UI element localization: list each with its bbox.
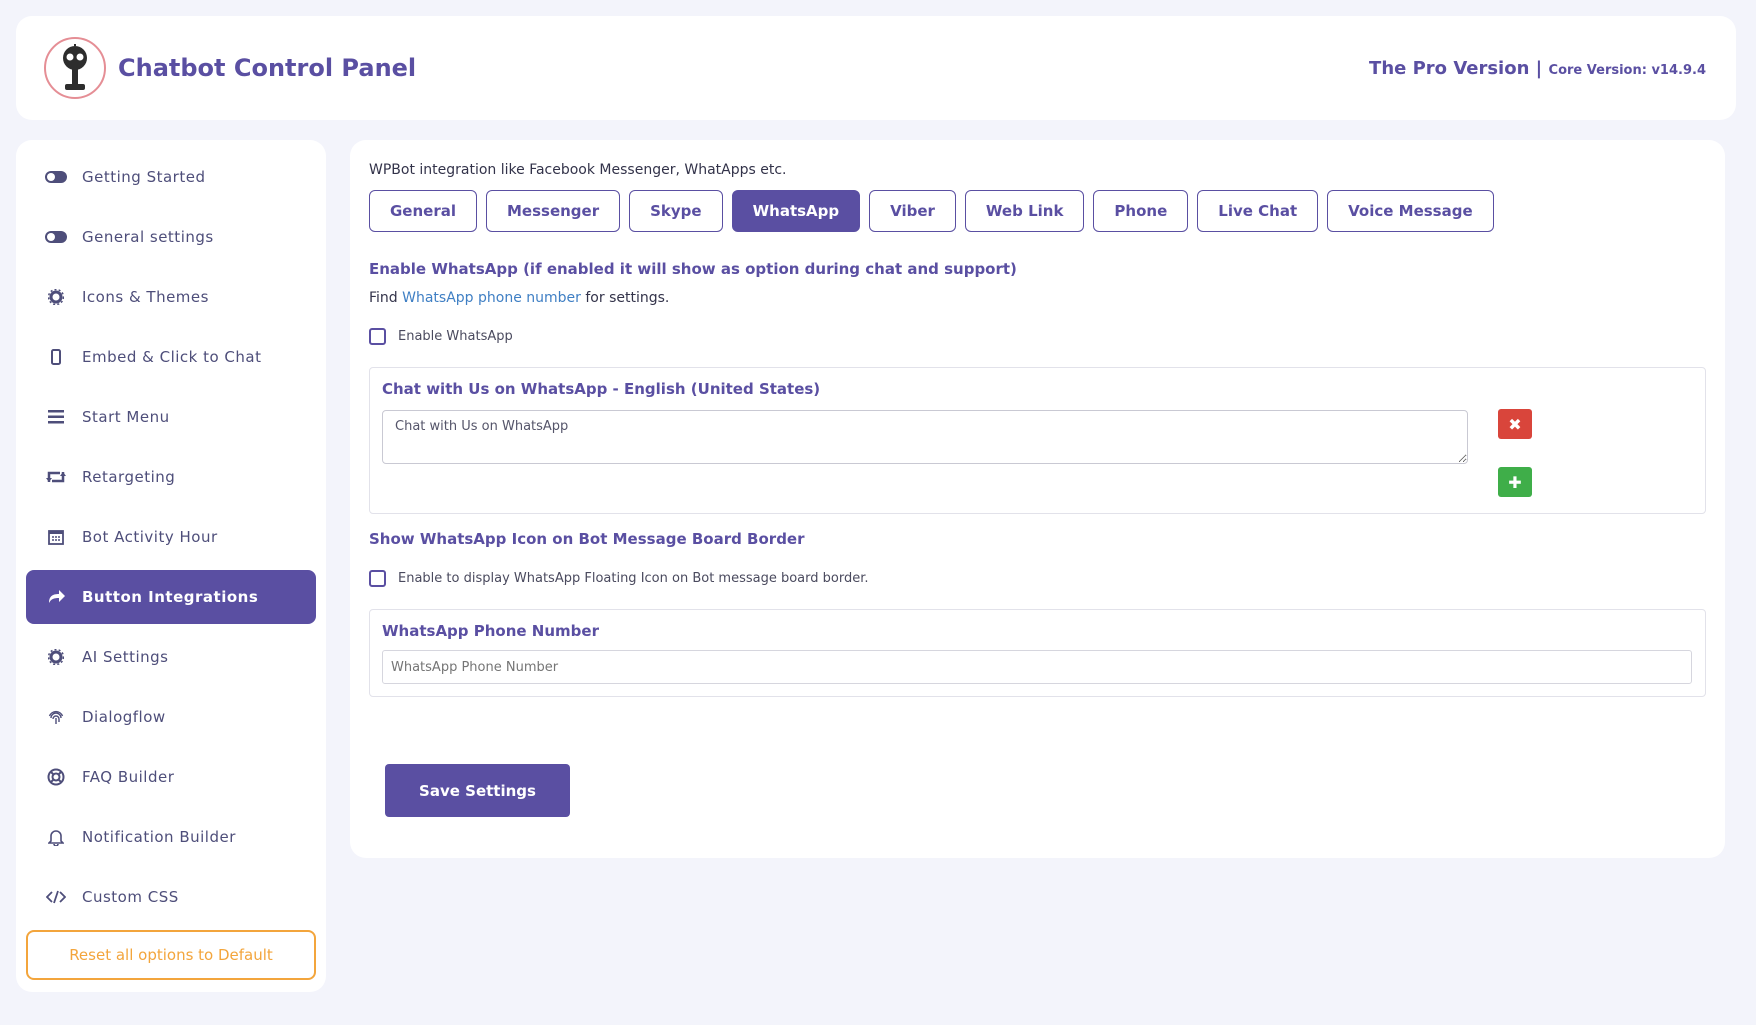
- app-title: Chatbot Control Panel: [118, 54, 417, 82]
- sidebar-item-embed[interactable]: Embed & Click to Chat: [26, 330, 316, 384]
- integration-tabs: General Messenger Skype WhatsApp Viber W…: [369, 190, 1706, 232]
- tab-live-chat[interactable]: Live Chat: [1197, 190, 1319, 232]
- pro-version-label: The Pro Version |: [1369, 57, 1543, 79]
- tab-whatsapp[interactable]: WhatsApp: [731, 190, 861, 232]
- sidebar-item-label: Button Integrations: [82, 588, 259, 606]
- chat-label-panel: Chat with Us on WhatsApp - English (Unit…: [369, 367, 1706, 514]
- sidebar-item-general-settings[interactable]: General settings: [26, 210, 316, 264]
- help-prefix: Find: [369, 290, 398, 306]
- save-settings-button[interactable]: Save Settings: [385, 764, 570, 817]
- tab-viber[interactable]: Viber: [869, 190, 956, 232]
- sidebar-item-bot-activity-hour[interactable]: Bot Activity Hour: [26, 510, 316, 564]
- toggle-icon: [44, 231, 68, 243]
- sidebar-item-label: Embed & Click to Chat: [82, 348, 262, 366]
- help-text: Find WhatsApp phone number for settings.: [369, 290, 1706, 306]
- fingerprint-icon: [44, 709, 68, 725]
- code-icon: [44, 890, 68, 904]
- sidebar-item-label: Custom CSS: [82, 888, 179, 906]
- sidebar-item-notification-builder[interactable]: Notification Builder: [26, 810, 316, 864]
- toggle-icon: [44, 171, 68, 183]
- sidebar-item-label: Retargeting: [82, 468, 176, 486]
- intro-text: WPBot integration like Facebook Messenge…: [369, 162, 787, 178]
- chat-panel-title: Chat with Us on WhatsApp - English (Unit…: [382, 380, 821, 398]
- sidebar-item-custom-css[interactable]: Custom CSS: [26, 870, 316, 924]
- enable-whatsapp-row: Enable WhatsApp: [369, 328, 1706, 345]
- add-button[interactable]: ✚: [1498, 467, 1532, 497]
- sidebar-item-label: Bot Activity Hour: [82, 528, 218, 546]
- tab-voice-message[interactable]: Voice Message: [1327, 190, 1494, 232]
- phone-number-title: WhatsApp Phone Number: [382, 622, 599, 640]
- sidebar-item-label: AI Settings: [82, 648, 169, 666]
- chat-label-textarea[interactable]: Chat with Us on WhatsApp: [382, 410, 1468, 464]
- sidebar-item-start-menu[interactable]: Start Menu: [26, 390, 316, 444]
- sidebar-item-ai-settings[interactable]: AI Settings: [26, 630, 316, 684]
- mobile-icon: [44, 349, 68, 365]
- close-icon: ✖: [1508, 414, 1522, 434]
- enable-whatsapp-title: Enable WhatsApp (if enabled it will show…: [369, 260, 1017, 278]
- floating-icon-checkbox[interactable]: [369, 570, 386, 587]
- sidebar-item-button-integrations[interactable]: Button Integrations: [26, 570, 316, 624]
- app-header: Chatbot Control Panel The Pro Version | …: [16, 16, 1736, 120]
- tab-general[interactable]: General: [369, 190, 477, 232]
- sidebar-item-retargeting[interactable]: Retargeting: [26, 450, 316, 504]
- sidebar-item-getting-started[interactable]: Getting Started: [26, 150, 316, 204]
- brand: Chatbot Control Panel: [44, 37, 416, 99]
- lifebuoy-icon: [44, 768, 68, 786]
- sidebar-item-label: FAQ Builder: [82, 768, 175, 786]
- sidebar: Getting Started General settings Icons &…: [16, 140, 326, 992]
- help-suffix: for settings.: [585, 290, 670, 306]
- gear-icon: [44, 289, 68, 305]
- share-icon: [44, 590, 68, 604]
- remove-button[interactable]: ✖: [1498, 409, 1532, 439]
- calendar-icon: [44, 529, 68, 545]
- enable-whatsapp-label: Enable WhatsApp: [398, 329, 513, 344]
- tab-phone[interactable]: Phone: [1093, 190, 1189, 232]
- sidebar-item-label: Icons & Themes: [82, 288, 209, 306]
- sidebar-item-label: General settings: [82, 228, 214, 246]
- main-content: WPBot integration like Facebook Messenge…: [350, 140, 1725, 858]
- floating-icon-label: Enable to display WhatsApp Floating Icon…: [398, 571, 869, 586]
- floating-icon-row: Enable to display WhatsApp Floating Icon…: [369, 570, 1706, 587]
- sidebar-item-label: Start Menu: [82, 408, 170, 426]
- tab-skype[interactable]: Skype: [629, 190, 723, 232]
- show-icon-title: Show WhatsApp Icon on Bot Message Board …: [369, 530, 805, 548]
- reset-defaults-button[interactable]: Reset all options to Default: [26, 930, 316, 980]
- phone-number-panel: WhatsApp Phone Number: [369, 609, 1706, 697]
- retweet-icon: [44, 470, 68, 484]
- sidebar-item-icons-themes[interactable]: Icons & Themes: [26, 270, 316, 324]
- bell-icon: [44, 828, 68, 846]
- sidebar-item-label: Notification Builder: [82, 828, 236, 846]
- whatsapp-phone-link[interactable]: WhatsApp phone number: [402, 290, 581, 306]
- enable-whatsapp-checkbox[interactable]: [369, 328, 386, 345]
- sidebar-item-label: Dialogflow: [82, 708, 166, 726]
- gear-icon: [44, 649, 68, 665]
- tab-messenger[interactable]: Messenger: [486, 190, 621, 232]
- robot-logo-icon: [44, 37, 106, 99]
- menu-icon: [44, 410, 68, 424]
- sidebar-item-faq-builder[interactable]: FAQ Builder: [26, 750, 316, 804]
- version-info: The Pro Version | Core Version: v14.9.4: [1369, 58, 1706, 79]
- tab-web-link[interactable]: Web Link: [964, 190, 1085, 232]
- sidebar-item-label: Getting Started: [82, 168, 206, 186]
- phone-number-input[interactable]: [382, 650, 1692, 684]
- core-version-label: Core Version: v14.9.4: [1548, 62, 1706, 78]
- plus-icon: ✚: [1508, 472, 1522, 492]
- sidebar-item-dialogflow[interactable]: Dialogflow: [26, 690, 316, 744]
